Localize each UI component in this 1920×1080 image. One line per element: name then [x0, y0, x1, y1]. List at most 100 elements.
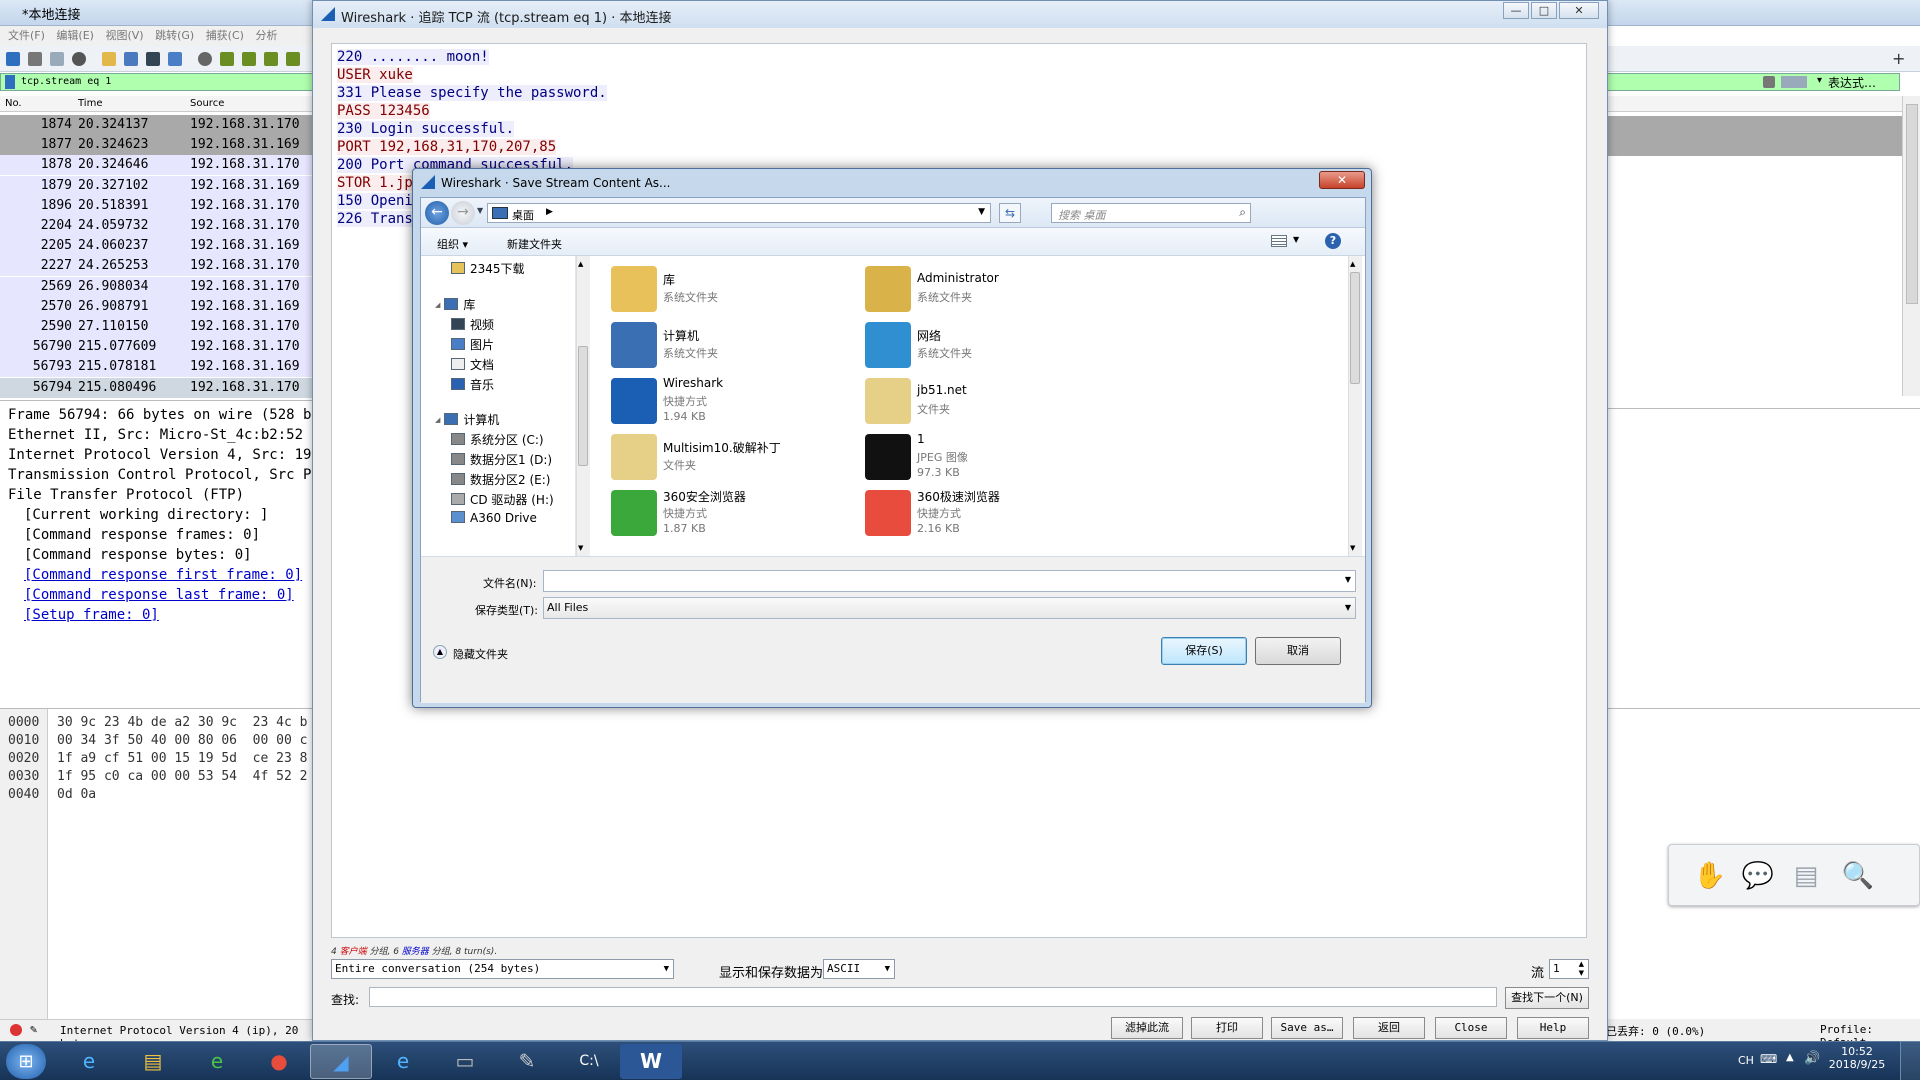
start-button-icon[interactable]: ⊞ [6, 1044, 46, 1079]
back-button[interactable]: 返回 [1353, 1017, 1425, 1039]
cancel-button[interactable]: 取消 [1255, 637, 1341, 665]
tree-item[interactable]: 系统分区 (C:) [451, 431, 544, 448]
view-options-icon[interactable] [1271, 235, 1287, 247]
save-button[interactable]: 保存(S) [1161, 637, 1247, 665]
menu-go[interactable]: 跳转(G) [155, 29, 194, 42]
refresh-icon[interactable]: ⇆ [999, 203, 1021, 223]
detail-cwd[interactable]: [Current working directory: ] [24, 507, 268, 523]
packet-row[interactable]: 1879 20.327102 192.168.31.169 [0, 175, 315, 196]
close-icon[interactable]: ✕ [1319, 171, 1365, 189]
filetype-select[interactable]: All Files ▼ [543, 597, 1356, 619]
apply-filter-icon[interactable] [1781, 76, 1807, 88]
packet-row[interactable]: 56794 215.080496 192.168.31.170 [0, 377, 315, 398]
word-taskbar-icon[interactable]: W [620, 1044, 682, 1079]
show-as-select[interactable]: ASCII ▼ [823, 959, 895, 979]
tree-item[interactable]: ◢ 计算机 [435, 411, 499, 428]
help-button[interactable]: Help [1517, 1017, 1589, 1039]
print-button[interactable]: 打印 [1191, 1017, 1263, 1039]
clear-filter-icon[interactable] [1763, 76, 1775, 88]
find-input[interactable] [369, 987, 1497, 1007]
chevron-down-icon[interactable]: ▼ [1345, 575, 1351, 584]
reload-icon[interactable] [168, 52, 182, 66]
hex-bytes[interactable]: 1f a9 cf 51 00 15 19 5d ce 23 8 [57, 751, 307, 766]
packet-row[interactable]: 2570 26.908791 192.168.31.169 [0, 296, 315, 317]
360-browser-taskbar-icon[interactable]: e [186, 1044, 248, 1079]
menu-file[interactable]: 文件(F) [8, 29, 45, 42]
detail-tcp[interactable]: Transmission Control Protocol, Src P [8, 467, 311, 483]
tray-expand-icon[interactable]: ▲ [1786, 1052, 1794, 1063]
filter-history-icon[interactable]: ▾ [1817, 75, 1822, 86]
taskbar-clock[interactable]: 10:52 2018/9/25 [1822, 1041, 1892, 1080]
packet-row[interactable]: 1874 20.324137 192.168.31.170 [0, 115, 315, 135]
search-input[interactable]: 搜索 桌面 ⌕ [1051, 203, 1251, 223]
help-icon[interactable]: ? [1325, 233, 1341, 249]
tree-expand-icon[interactable]: ◢ [435, 301, 440, 309]
file-list-scrollbar[interactable]: ▲ ▼ [1348, 256, 1362, 556]
file-item[interactable]: 360极速浏览器 快捷方式 2.16 KB [865, 488, 1115, 540]
hex-bytes[interactable]: 30 9c 23 4b de a2 30 9c 23 4c b [57, 715, 307, 730]
explorer-taskbar-icon[interactable]: ▤ [122, 1044, 184, 1079]
packet-row[interactable]: 1878 20.324646 192.168.31.170 [0, 155, 315, 176]
packet-row[interactable]: 2590 27.110150 192.168.31.170 [0, 317, 315, 337]
stream-spinbox[interactable]: 1 ▲ ▼ [1549, 959, 1589, 979]
save-as-button[interactable]: Save as… [1271, 1017, 1343, 1039]
zoom-icon[interactable]: 🔍 [1841, 859, 1875, 893]
back-arrow-icon[interactable]: ← [425, 201, 449, 225]
go-back-icon[interactable] [220, 52, 234, 66]
col-source[interactable]: Source [190, 98, 224, 109]
tree-item[interactable]: A360 Drive [451, 511, 537, 525]
wireshark-taskbar-icon[interactable]: ◢ [310, 1044, 372, 1079]
paint-taskbar-icon[interactable]: ✎ [496, 1044, 558, 1079]
tree-expand-icon[interactable]: ◢ [435, 416, 440, 424]
tree-item[interactable]: 数据分区2 (E:) [451, 471, 550, 488]
detail-ethernet[interactable]: Ethernet II, Src: Micro-St_4c:b2:52 [8, 427, 303, 443]
find-packet-icon[interactable] [198, 52, 212, 66]
tree-item[interactable]: 音乐 [451, 376, 494, 393]
cmd-taskbar-icon[interactable]: C:\ [558, 1044, 620, 1079]
ie2-taskbar-icon[interactable]: e [372, 1044, 434, 1079]
restart-capture-icon[interactable] [50, 52, 64, 66]
tree-item[interactable]: ◢ 库 [435, 296, 475, 313]
hex-bytes[interactable]: 00 34 3f 50 40 00 80 06 00 00 c [57, 733, 307, 748]
detail-setup-frame-link[interactable]: [Setup frame: 0] [24, 607, 159, 623]
display-filter-input[interactable]: tcp.stream eq 1 [0, 73, 315, 91]
detail-frame[interactable]: Frame 56794: 66 bytes on wire (528 b [8, 407, 311, 423]
file-item[interactable]: 360安全浏览器 快捷方式 1.87 KB [611, 488, 861, 540]
organize-menu[interactable]: 组织 ▾ [437, 236, 468, 252]
minimize-button[interactable]: — [1503, 2, 1529, 19]
close-file-icon[interactable] [146, 52, 160, 66]
filter-out-stream-button[interactable]: 滤掉此流 [1111, 1017, 1183, 1039]
detail-ipv4[interactable]: Internet Protocol Version 4, Src: 19 [8, 447, 311, 463]
packet-list-scrollbar[interactable] [1902, 96, 1920, 396]
expression-button[interactable]: 表达式… [1828, 74, 1876, 91]
scroll-up-icon[interactable]: ▲ [1350, 260, 1355, 268]
hide-folders-toggle[interactable]: 隐藏文件夹 [453, 646, 508, 662]
address-desktop[interactable]: 桌面 [512, 207, 534, 223]
recent-locations-icon[interactable]: ▼ [477, 206, 483, 215]
menu-view[interactable]: 视图(V) [105, 29, 143, 42]
detail-first-frame-link[interactable]: [Command response first frame: 0] [24, 567, 302, 583]
chevron-down-icon[interactable]: ▼ [1293, 235, 1299, 244]
packet-row[interactable]: 56793 215.078181 192.168.31.169 [0, 357, 315, 378]
packet-list-scroll-thumb[interactable] [1906, 104, 1918, 304]
open-file-icon[interactable] [102, 52, 116, 66]
packet-row[interactable]: 2569 26.908034 192.168.31.170 [0, 276, 315, 297]
packet-row[interactable]: 2204 24.059732 192.168.31.170 [0, 216, 315, 236]
tree-item[interactable]: 2345下载 [451, 260, 525, 277]
file-item[interactable]: Multisim10.破解补丁 文件夹 [611, 432, 861, 484]
folder-tree-scrollbar[interactable]: ▲ ▼ [576, 256, 590, 556]
hand-icon[interactable]: ✋ [1693, 859, 1727, 893]
file-list-scroll-thumb[interactable] [1350, 272, 1360, 384]
col-time[interactable]: Time [78, 98, 102, 109]
chevron-right-icon[interactable]: ▶ [546, 207, 553, 217]
close-button[interactable]: Close [1435, 1017, 1507, 1039]
file-item[interactable]: Wireshark 快捷方式 1.94 KB [611, 376, 861, 428]
file-item[interactable]: jb51.net 文件夹 [865, 376, 1115, 428]
folder-tree-scroll-thumb[interactable] [578, 346, 588, 466]
find-next-button[interactable]: 查找下一个(N) [1505, 987, 1589, 1009]
keyboard-icon[interactable]: ⌨ [1760, 1052, 1777, 1066]
menu-analyze[interactable]: 分析 [255, 29, 277, 42]
menu-capture[interactable]: 捕获(C) [206, 29, 244, 42]
spin-arrows-icon[interactable]: ▲ ▼ [1579, 960, 1584, 978]
detail-ftp[interactable]: File Transfer Protocol (FTP) [8, 487, 244, 503]
